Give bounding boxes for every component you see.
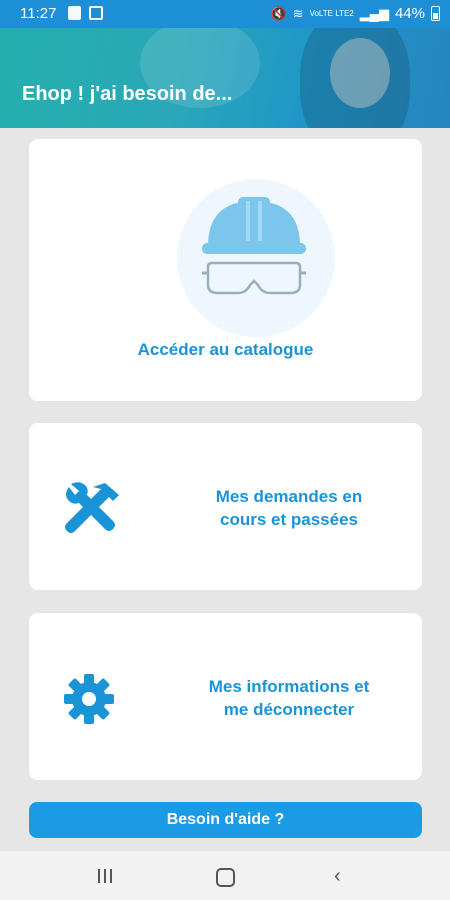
catalog-card[interactable]: Accéder au catalogue (29, 139, 422, 401)
gallery-notification-icon (89, 6, 103, 20)
back-button[interactable]: ‹ (334, 865, 341, 888)
recents-button[interactable] (98, 869, 112, 883)
orders-label-line2: cours et passées (220, 510, 358, 529)
system-nav-bar: ‹ (0, 851, 450, 900)
mute-icon: 🔇 (270, 5, 287, 21)
header-banner: Ehop ! j'ai besoin de... (0, 28, 450, 128)
account-label: Mes informations et me déconnecter (189, 675, 389, 721)
notification-app-icon (68, 6, 81, 20)
header-photo-face (330, 38, 390, 108)
network-type-label: VoLTE LTE2 (309, 8, 354, 18)
account-card[interactable]: Mes informations et me déconnecter (29, 613, 422, 780)
status-bar: 11:27 🔇 ≋ VoLTE LTE2 ▂▄▆ 44% (0, 0, 450, 28)
signal-icon: ▂▄▆ (359, 5, 389, 21)
battery-percent: 44% (394, 5, 425, 22)
account-label-line2: me déconnecter (223, 700, 355, 719)
home-button[interactable] (216, 868, 235, 887)
catalog-label: Accéder au catalogue (137, 340, 314, 359)
tools-icon (65, 482, 119, 533)
battery-icon (431, 6, 440, 21)
orders-card[interactable]: Mes demandes en cours et passées (29, 423, 422, 590)
gear-icon (64, 674, 114, 724)
wifi-icon: ≋ (292, 5, 304, 21)
help-button[interactable]: Besoin d'aide ? (29, 802, 422, 838)
account-label-line1: Mes informations et (208, 677, 370, 696)
hardhat-goggles-icon (202, 197, 306, 295)
status-time: 11:27 (20, 5, 57, 22)
page-title: Ehop ! j'ai besoin de... (22, 83, 233, 105)
orders-label: Mes demandes en cours et passées (189, 485, 389, 531)
orders-label-line1: Mes demandes en (215, 487, 363, 506)
